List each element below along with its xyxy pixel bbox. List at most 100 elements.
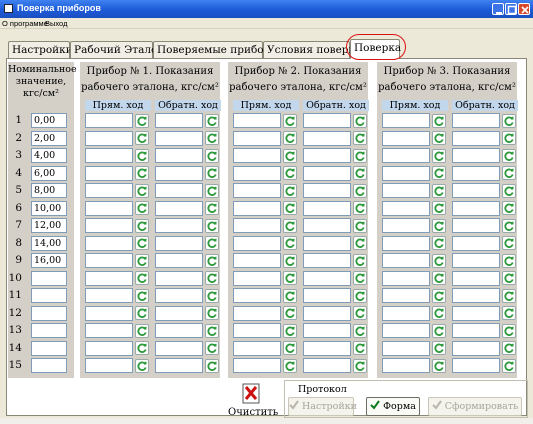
refresh-button[interactable] [353, 113, 367, 128]
refresh-button[interactable] [283, 288, 297, 303]
refresh-button[interactable] [502, 323, 516, 338]
reading-input[interactable] [452, 323, 500, 338]
reading-input[interactable] [155, 148, 203, 163]
reading-input[interactable] [452, 200, 500, 216]
reading-input[interactable] [85, 270, 133, 286]
reading-input[interactable] [382, 148, 430, 163]
refresh-button[interactable] [283, 358, 297, 373]
reading-input[interactable] [85, 305, 133, 321]
protocol-form-button[interactable]: Форма [366, 397, 420, 416]
reading-input[interactable] [452, 288, 500, 303]
refresh-button[interactable] [283, 113, 297, 128]
reading-input[interactable] [155, 235, 203, 251]
horizontal-scrollbar[interactable] [0, 418, 533, 424]
refresh-button[interactable] [135, 236, 149, 250]
reading-input[interactable] [452, 235, 500, 251]
refresh-button[interactable] [502, 341, 516, 355]
refresh-button[interactable] [353, 218, 367, 233]
reading-input[interactable] [85, 200, 133, 216]
reading-input[interactable] [233, 270, 281, 286]
refresh-button[interactable] [135, 131, 149, 145]
refresh-button[interactable] [205, 288, 219, 303]
refresh-button[interactable] [502, 306, 516, 320]
refresh-button[interactable] [135, 306, 149, 320]
tab-conditions[interactable]: Условия поверки [263, 41, 362, 58]
refresh-button[interactable] [432, 113, 446, 128]
refresh-button[interactable] [135, 253, 149, 268]
reading-input[interactable] [233, 288, 281, 303]
reading-input[interactable] [382, 305, 430, 321]
reading-input[interactable] [233, 358, 281, 373]
reading-input[interactable] [382, 218, 430, 233]
reading-input[interactable] [155, 165, 203, 181]
refresh-button[interactable] [205, 166, 219, 180]
refresh-button[interactable] [432, 201, 446, 215]
refresh-button[interactable] [432, 131, 446, 145]
reading-input[interactable] [452, 165, 500, 181]
reading-input[interactable] [452, 270, 500, 286]
refresh-button[interactable] [283, 183, 297, 198]
reading-input[interactable] [85, 130, 133, 146]
refresh-button[interactable] [135, 288, 149, 303]
refresh-button[interactable] [205, 148, 219, 163]
refresh-button[interactable] [502, 358, 516, 373]
refresh-button[interactable] [283, 323, 297, 338]
reading-input[interactable] [452, 130, 500, 146]
reading-input[interactable] [85, 165, 133, 181]
refresh-button[interactable] [432, 323, 446, 338]
nominal-input[interactable]: 10,00 [31, 200, 67, 216]
reading-input[interactable] [155, 218, 203, 233]
nominal-input[interactable] [31, 288, 67, 303]
refresh-button[interactable] [205, 218, 219, 233]
reading-input[interactable] [85, 113, 133, 128]
refresh-button[interactable] [135, 148, 149, 163]
reading-input[interactable] [85, 148, 133, 163]
refresh-button[interactable] [205, 183, 219, 198]
reading-input[interactable] [452, 305, 500, 321]
nominal-input[interactable]: 14,00 [31, 235, 67, 251]
reading-input[interactable] [85, 235, 133, 251]
reading-input[interactable] [233, 113, 281, 128]
refresh-button[interactable] [283, 253, 297, 268]
reading-input[interactable] [303, 183, 351, 198]
protocol-settings-button[interactable]: Настройки [288, 397, 357, 416]
reading-input[interactable] [303, 148, 351, 163]
reading-input[interactable] [233, 218, 281, 233]
close-button[interactable] [518, 3, 530, 15]
refresh-button[interactable] [283, 166, 297, 180]
menu-about[interactable]: О программе [2, 19, 48, 28]
refresh-button[interactable] [353, 271, 367, 285]
nominal-input[interactable]: 0,00 [31, 113, 67, 128]
refresh-button[interactable] [205, 323, 219, 338]
nominal-input[interactable] [31, 270, 67, 286]
refresh-button[interactable] [432, 288, 446, 303]
reading-input[interactable] [303, 340, 351, 356]
refresh-button[interactable] [135, 218, 149, 233]
refresh-button[interactable] [205, 306, 219, 320]
refresh-button[interactable] [353, 166, 367, 180]
refresh-button[interactable] [135, 166, 149, 180]
refresh-button[interactable] [353, 201, 367, 215]
reading-input[interactable] [155, 288, 203, 303]
reading-input[interactable] [233, 340, 281, 356]
reading-input[interactable] [303, 253, 351, 268]
reading-input[interactable] [382, 253, 430, 268]
refresh-button[interactable] [432, 253, 446, 268]
reading-input[interactable] [303, 270, 351, 286]
reading-input[interactable] [382, 235, 430, 251]
reading-input[interactable] [303, 235, 351, 251]
reading-input[interactable] [303, 218, 351, 233]
refresh-button[interactable] [502, 236, 516, 250]
reading-input[interactable] [85, 183, 133, 198]
refresh-button[interactable] [432, 236, 446, 250]
reading-input[interactable] [155, 340, 203, 356]
reading-input[interactable] [85, 218, 133, 233]
refresh-button[interactable] [353, 148, 367, 163]
reading-input[interactable] [452, 358, 500, 373]
refresh-button[interactable] [432, 341, 446, 355]
refresh-button[interactable] [205, 253, 219, 268]
reading-input[interactable] [155, 113, 203, 128]
reading-input[interactable] [85, 358, 133, 373]
refresh-button[interactable] [135, 271, 149, 285]
reading-input[interactable] [233, 183, 281, 198]
